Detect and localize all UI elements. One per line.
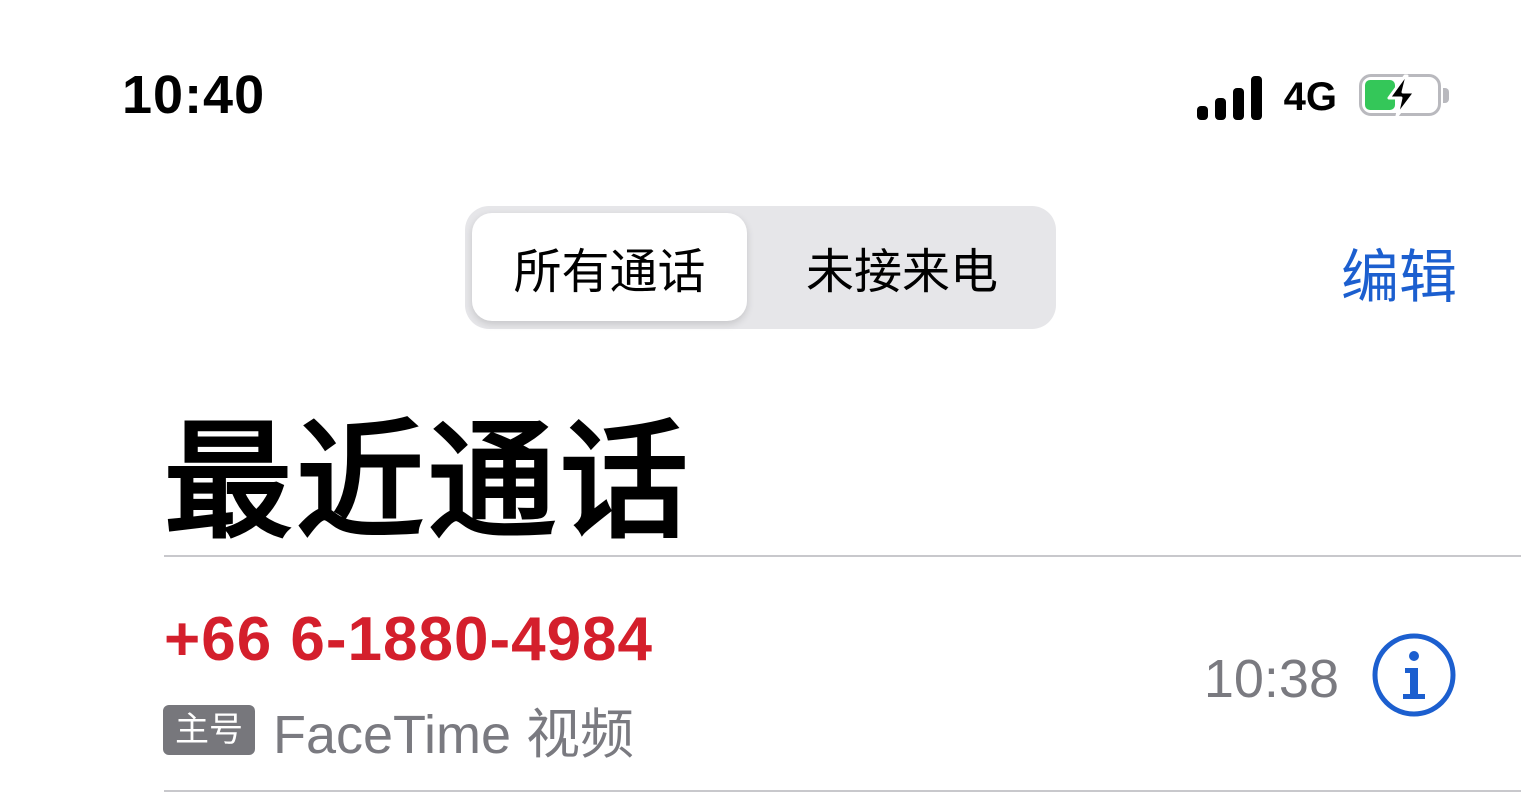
status-time: 10:40	[122, 65, 266, 125]
page-title: 最近通话	[164, 408, 693, 557]
call-type: FaceTime 视频	[273, 705, 635, 765]
call-details: 主号 FaceTime 视频	[163, 690, 634, 769]
segment-all-calls[interactable]: 所有通话	[472, 213, 747, 321]
recents-screen: 10:40 4G 所有通话 未接来电 编辑 最近通话 +66 6-1880-49…	[0, 0, 1521, 800]
info-icon[interactable]	[1371, 632, 1457, 718]
call-number: +66 6-1880-4984	[164, 605, 654, 674]
call-filter-segmented-control: 所有通话 未接来电	[465, 206, 1056, 329]
divider	[164, 555, 1521, 557]
call-time: 10:38	[1203, 649, 1339, 709]
network-type: 4G	[1283, 74, 1337, 119]
signal-icon	[1196, 74, 1262, 120]
line-badge: 主号	[163, 704, 255, 755]
edit-button[interactable]: 编辑	[1341, 230, 1457, 314]
segment-missed-calls[interactable]: 未接来电	[755, 213, 1049, 321]
battery-charging-icon	[1359, 74, 1451, 120]
divider	[164, 790, 1521, 792]
status-icons: 4G	[1196, 72, 1451, 122]
